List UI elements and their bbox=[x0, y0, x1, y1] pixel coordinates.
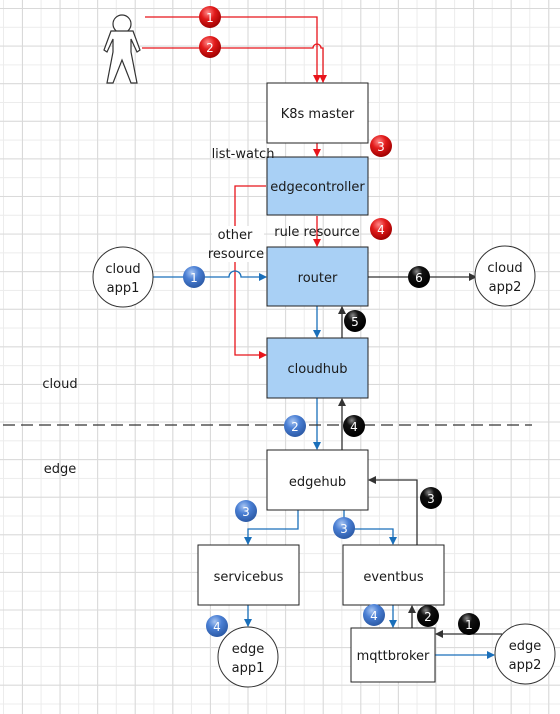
box-eventbus-label: eventbus bbox=[363, 570, 424, 585]
user-person-icon bbox=[103, 14, 141, 84]
label-resource: resource bbox=[208, 247, 264, 262]
box-edgecontroller-label: edgecontroller bbox=[270, 180, 365, 195]
badge-black-1: 1 bbox=[458, 613, 480, 635]
box-servicebus-label: servicebus bbox=[214, 570, 284, 585]
box-mqttbroker-label: mqttbroker bbox=[357, 649, 430, 664]
svg-text:3: 3 bbox=[427, 492, 435, 506]
badge-black-4: 4 bbox=[343, 415, 365, 437]
box-mqttbroker[interactable]: mqttbroker bbox=[350, 627, 436, 683]
edge-app2-line2: app2 bbox=[509, 658, 542, 673]
box-cloudhub-label: cloudhub bbox=[288, 362, 348, 377]
badge-blue-2: 2 bbox=[284, 415, 306, 437]
flow-cloudapp1-to-router bbox=[152, 270, 267, 281]
svg-text:2: 2 bbox=[291, 420, 299, 434]
label-rule-resource: rule resource bbox=[274, 225, 360, 240]
box-edgehub-label: edgehub bbox=[289, 475, 346, 490]
badge-blue-3b: 3 bbox=[333, 517, 355, 539]
svg-text:1: 1 bbox=[190, 271, 198, 285]
badge-blue-3a: 3 bbox=[235, 500, 257, 522]
box-router[interactable]: router bbox=[266, 246, 369, 307]
badge-red-1: 1 bbox=[199, 6, 221, 28]
svg-text:3: 3 bbox=[242, 505, 250, 519]
edge-app2-line1: edge bbox=[509, 639, 542, 654]
svg-text:3: 3 bbox=[377, 140, 385, 154]
svg-text:1: 1 bbox=[206, 11, 214, 25]
svg-text:3: 3 bbox=[340, 522, 348, 536]
badge-blue-4b: 4 bbox=[363, 604, 385, 626]
box-eventbus[interactable]: eventbus bbox=[342, 544, 445, 606]
svg-text:4: 4 bbox=[377, 223, 385, 237]
svg-text:1: 1 bbox=[465, 618, 473, 632]
badge-red-4: 4 bbox=[370, 218, 392, 240]
badge-black-6: 6 bbox=[408, 266, 430, 288]
cloud-app1-line2: app1 bbox=[107, 281, 140, 296]
node-edge-app2[interactable]: edge app2 bbox=[494, 623, 556, 685]
label-list-watch: list-watch bbox=[212, 147, 275, 162]
badge-red-2: 2 bbox=[199, 36, 221, 58]
cloud-app1-line1: cloud bbox=[105, 262, 140, 277]
badge-black-2: 2 bbox=[417, 605, 439, 627]
node-cloud-app2[interactable]: cloud app2 bbox=[474, 245, 536, 307]
box-edgecontroller[interactable]: edgecontroller bbox=[266, 156, 369, 216]
label-edge-zone: edge bbox=[44, 462, 77, 477]
node-edge-app1[interactable]: edge app1 bbox=[217, 626, 279, 688]
svg-text:4: 4 bbox=[370, 609, 378, 623]
svg-text:2: 2 bbox=[424, 610, 432, 624]
badge-black-5: 5 bbox=[344, 310, 366, 332]
svg-text:4: 4 bbox=[213, 620, 221, 634]
flow-red-2 bbox=[142, 43, 327, 83]
svg-text:2: 2 bbox=[206, 41, 214, 55]
edge-app1-line2: app1 bbox=[232, 661, 265, 676]
edge-app1-line1: edge bbox=[232, 642, 265, 657]
box-cloudhub[interactable]: cloudhub bbox=[266, 337, 369, 399]
svg-text:5: 5 bbox=[351, 315, 359, 329]
flow-other-resource bbox=[234, 185, 267, 359]
badge-blue-1: 1 bbox=[183, 266, 205, 288]
architecture-diagram: K8s master edgecontroller router cloudhu… bbox=[3, 6, 556, 688]
badge-black-3: 3 bbox=[420, 487, 442, 509]
box-servicebus[interactable]: servicebus bbox=[197, 544, 300, 606]
flow-red-1 bbox=[145, 16, 321, 83]
svg-text:4: 4 bbox=[350, 420, 358, 434]
cloud-app2-line2: app2 bbox=[489, 280, 522, 295]
box-k8s-master-label: K8s master bbox=[281, 107, 355, 122]
badge-red-3: 3 bbox=[370, 135, 392, 157]
cloud-app2-line1: cloud bbox=[487, 261, 522, 276]
box-router-label: router bbox=[298, 271, 338, 286]
node-cloud-app1[interactable]: cloud app1 bbox=[92, 246, 154, 308]
box-edgehub[interactable]: edgehub bbox=[266, 449, 369, 511]
label-other: other bbox=[218, 228, 253, 243]
badge-blue-4a: 4 bbox=[206, 615, 228, 637]
svg-text:6: 6 bbox=[415, 271, 423, 285]
label-cloud-zone: cloud bbox=[42, 377, 77, 392]
box-k8s-master[interactable]: K8s master bbox=[266, 82, 369, 144]
